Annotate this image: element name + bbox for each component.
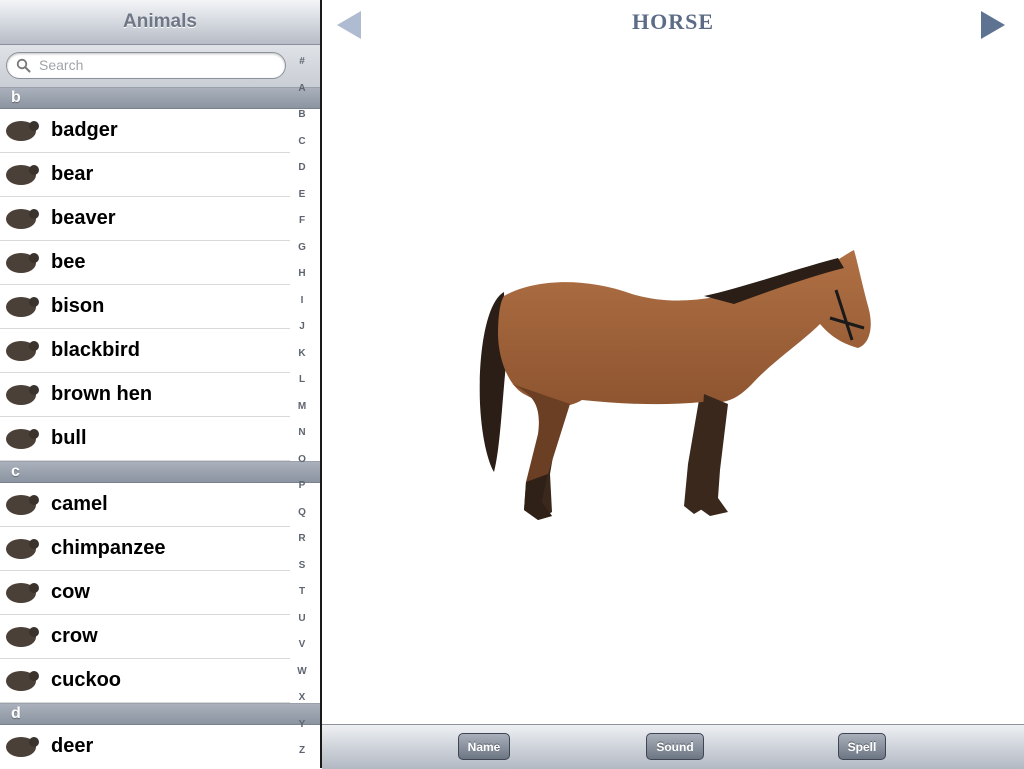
- index-letter[interactable]: J: [290, 321, 314, 332]
- animal-list-panel: Animals b badger bear beaver bee bison blackbi…: [0, 0, 320, 768]
- bull-icon: [6, 429, 39, 449]
- list-item[interactable]: chimpanzee: [0, 527, 290, 571]
- index-letter[interactable]: M: [290, 401, 314, 412]
- list-item-label: cow: [51, 581, 90, 603]
- section-header-label: d: [11, 705, 21, 722]
- camel-icon: [6, 495, 39, 515]
- bee-icon: [6, 253, 39, 273]
- list-item[interactable]: deer: [0, 725, 290, 768]
- section-header-d: d: [0, 703, 320, 725]
- chimpanzee-icon: [6, 539, 39, 559]
- list-item[interactable]: bear: [0, 153, 290, 197]
- list-item[interactable]: beaver: [0, 197, 290, 241]
- index-letter[interactable]: U: [290, 613, 314, 624]
- index-letter[interactable]: P: [290, 480, 314, 491]
- index-letter[interactable]: F: [290, 215, 314, 226]
- index-letter[interactable]: X: [290, 692, 314, 703]
- section-header-label: b: [11, 89, 21, 106]
- list-item[interactable]: cow: [0, 571, 290, 615]
- deer-icon: [6, 737, 39, 757]
- index-letter[interactable]: #: [290, 56, 314, 67]
- index-letter[interactable]: V: [290, 639, 314, 650]
- list-item-label: badger: [51, 119, 118, 141]
- index-letter[interactable]: D: [290, 162, 314, 173]
- list-item-label: blackbird: [51, 339, 140, 361]
- index-letter[interactable]: E: [290, 189, 314, 200]
- list-item[interactable]: crow: [0, 615, 290, 659]
- list-item-label: beaver: [51, 207, 116, 229]
- index-letter[interactable]: W: [290, 666, 314, 677]
- index-letter[interactable]: Z: [290, 745, 314, 756]
- bison-icon: [6, 297, 39, 317]
- animal-detail-panel: HORSE Name Sound Spell: [322, 0, 1024, 769]
- section-header-c: c: [0, 461, 320, 483]
- index-letter[interactable]: I: [290, 295, 314, 306]
- list-item-label: camel: [51, 493, 108, 515]
- beaver-icon: [6, 209, 39, 229]
- sound-button[interactable]: Sound: [646, 733, 704, 760]
- crow-icon: [6, 627, 39, 647]
- list-item[interactable]: badger: [0, 109, 290, 153]
- index-letter[interactable]: G: [290, 242, 314, 253]
- section-header-label: c: [11, 463, 20, 480]
- search-input[interactable]: [37, 56, 281, 74]
- list-item[interactable]: brown hen: [0, 373, 290, 417]
- list-item[interactable]: bison: [0, 285, 290, 329]
- index-letter[interactable]: B: [290, 109, 314, 120]
- index-letter[interactable]: S: [290, 560, 314, 571]
- index-letter[interactable]: A: [290, 83, 314, 94]
- list-item-label: crow: [51, 625, 98, 647]
- name-button[interactable]: Name: [458, 733, 510, 760]
- list-item-label: chimpanzee: [51, 537, 166, 559]
- list-item-label: brown hen: [51, 383, 153, 405]
- index-letter[interactable]: T: [290, 586, 314, 597]
- index-letter[interactable]: H: [290, 268, 314, 279]
- search-field[interactable]: [6, 52, 286, 79]
- index-letter[interactable]: Y: [290, 719, 314, 730]
- index-letter[interactable]: O: [290, 454, 314, 465]
- alphabet-index[interactable]: # A B C D E F G H I J K L M N O P Q R S T U V W X Y Z: [290, 56, 314, 764]
- index-letter[interactable]: R: [290, 533, 314, 544]
- cow-icon: [6, 583, 39, 603]
- list-item-label: bee: [51, 251, 86, 273]
- list-item-label: deer: [51, 735, 94, 757]
- sidebar-title: Animals: [123, 11, 197, 32]
- list-item[interactable]: cuckoo: [0, 659, 290, 703]
- hen-icon: [6, 385, 39, 405]
- animal-title: HORSE: [631, 9, 715, 34]
- bottom-toolbar: Name Sound Spell: [322, 724, 1024, 769]
- left-arrow-icon: [337, 11, 361, 39]
- list-item[interactable]: blackbird: [0, 329, 290, 373]
- cuckoo-icon: [6, 671, 39, 691]
- list-item-label: bear: [51, 163, 94, 185]
- section-header-b: b: [0, 87, 320, 109]
- horse-image: [479, 250, 871, 520]
- list-item[interactable]: bee: [0, 241, 290, 285]
- index-letter[interactable]: Q: [290, 507, 314, 518]
- badger-icon: [6, 121, 39, 141]
- index-letter[interactable]: L: [290, 374, 314, 385]
- right-arrow-icon: [981, 11, 1005, 39]
- search-bar: [0, 45, 320, 88]
- index-letter[interactable]: C: [290, 136, 314, 147]
- list-item-label: bison: [51, 295, 105, 317]
- list-item[interactable]: bull: [0, 417, 290, 461]
- list-item-label: cuckoo: [51, 669, 122, 691]
- next-animal-button[interactable]: [980, 10, 1006, 40]
- search-icon: [16, 58, 31, 73]
- list-item[interactable]: camel: [0, 483, 290, 527]
- index-letter[interactable]: N: [290, 427, 314, 438]
- list-item-label: bull: [51, 427, 87, 449]
- bear-icon: [6, 165, 39, 185]
- spell-button[interactable]: Spell: [838, 733, 886, 760]
- sidebar-header: Animals: [0, 0, 320, 45]
- previous-animal-button[interactable]: [336, 10, 362, 40]
- blackbird-icon: [6, 341, 39, 361]
- index-letter[interactable]: K: [290, 348, 314, 359]
